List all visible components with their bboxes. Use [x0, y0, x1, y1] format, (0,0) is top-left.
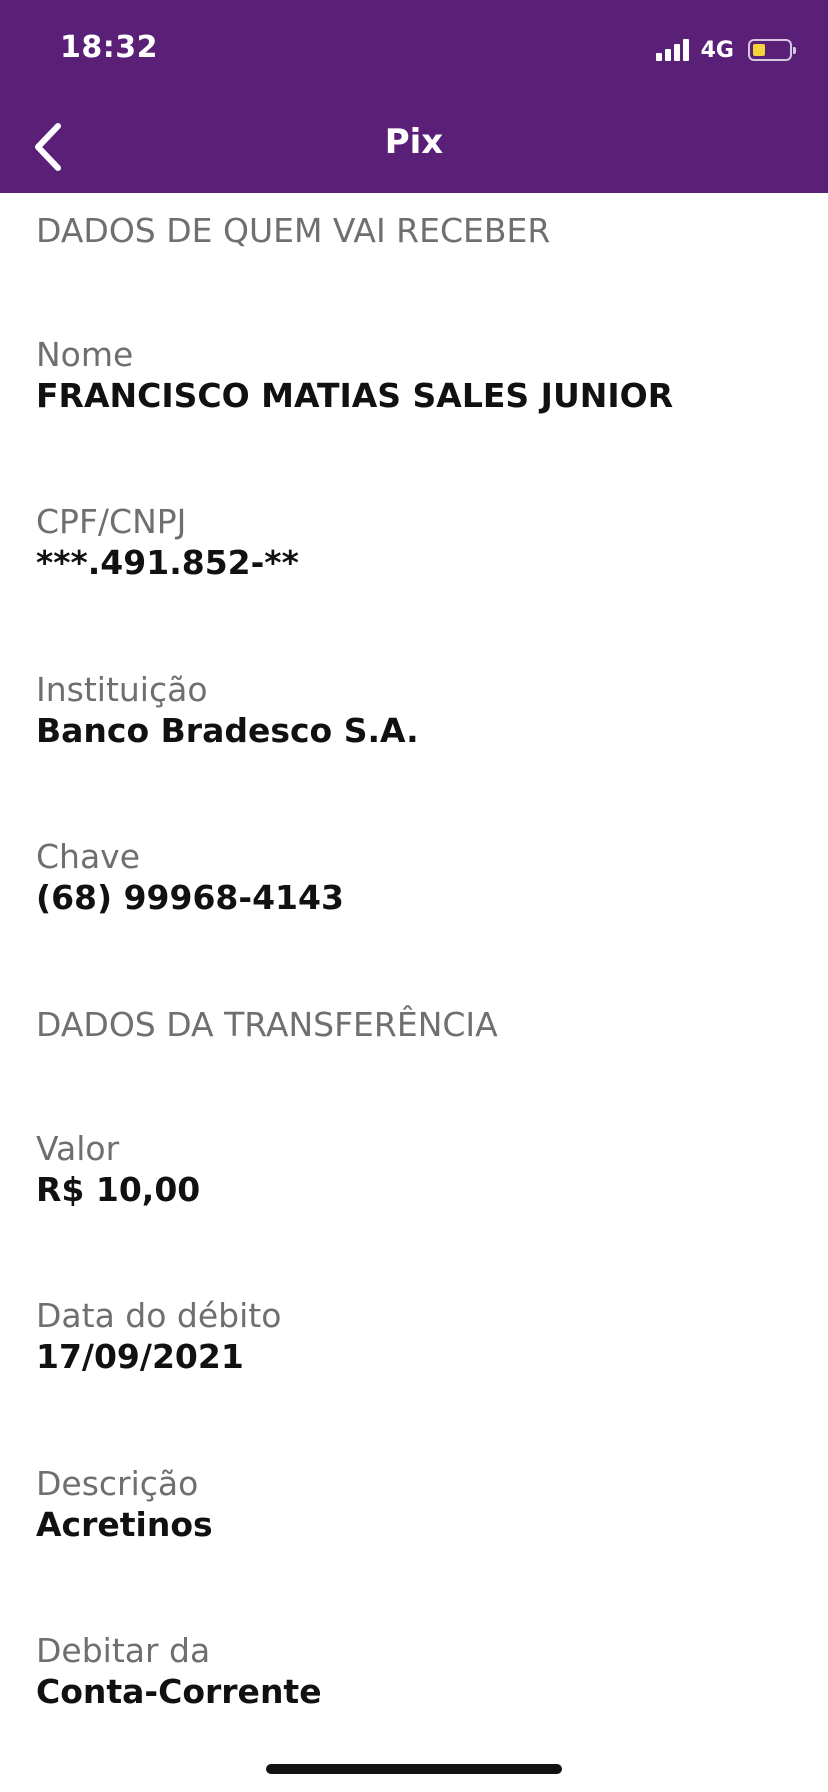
battery-cap: [793, 47, 796, 54]
app-header: 18:32 4G Pix: [0, 0, 828, 193]
field-label-valor: Valor: [36, 1129, 120, 1168]
pix-confirmation-screen: 18:32 4G Pix DADOS DE QUEM VAI RECEBER N…: [0, 0, 828, 1792]
field-label-debitar: Debitar da: [36, 1631, 211, 1670]
field-value-chave: (68) 99968-4143: [36, 878, 344, 917]
page-title: Pix: [384, 122, 444, 162]
field-label-descricao: Descrição: [36, 1464, 199, 1503]
field-label-cpf: CPF/CNPJ: [36, 502, 187, 541]
field-label-instituicao: Instituição: [36, 670, 208, 709]
signal-icon: [655, 39, 689, 61]
network-type: 4G: [700, 37, 734, 63]
section-title-transfer: DADOS DA TRANSFERÊNCIA: [36, 1005, 498, 1044]
status-indicators: 4G: [655, 36, 796, 64]
field-value-descricao: Acretinos: [36, 1505, 213, 1544]
battery-level: [753, 44, 765, 56]
field-value-valor: R$ 10,00: [36, 1170, 201, 1209]
section-title-receiver: DADOS DE QUEM VAI RECEBER: [36, 211, 551, 250]
field-value-debitar: Conta-Corrente: [36, 1672, 322, 1711]
status-time: 18:32: [60, 30, 158, 65]
field-label-data: Data do débito: [36, 1296, 282, 1335]
home-indicator[interactable]: [266, 1764, 562, 1774]
field-label-nome: Nome: [36, 335, 134, 374]
field-value-nome: FRANCISCO MATIAS SALES JUNIOR: [36, 376, 674, 415]
field-label-chave: Chave: [36, 837, 141, 876]
battery-icon: [748, 39, 796, 61]
field-value-data: 17/09/2021: [36, 1337, 244, 1376]
field-value-instituicao: Banco Bradesco S.A.: [36, 711, 419, 750]
field-value-cpf: ***.491.852-**: [36, 543, 299, 582]
